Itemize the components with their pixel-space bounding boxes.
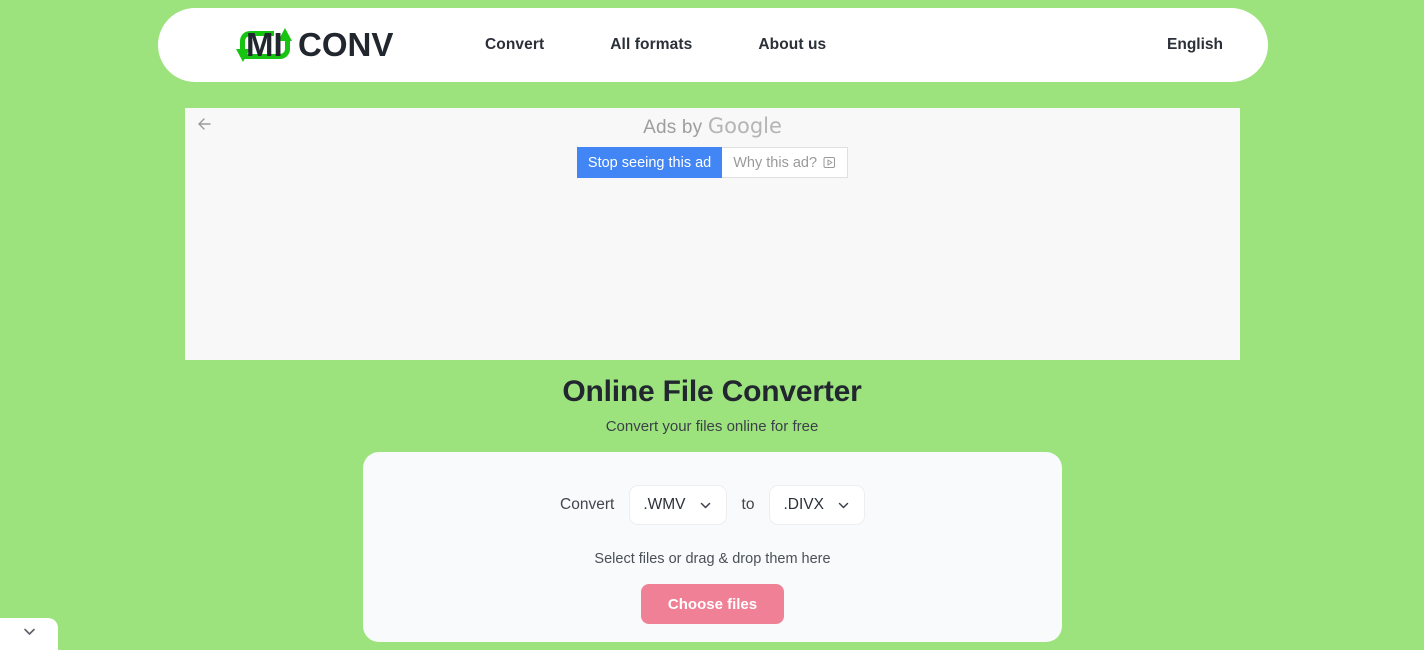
- nav-about-us[interactable]: About us: [758, 36, 826, 54]
- choose-files-wrapper: Choose files: [363, 584, 1062, 624]
- site-header: MI CONV Convert All formats About us Eng…: [158, 8, 1268, 82]
- target-format-select[interactable]: .DIVX: [769, 485, 865, 525]
- nav-convert[interactable]: Convert: [485, 36, 544, 54]
- convert-label: Convert: [560, 496, 615, 513]
- miconv-logo[interactable]: MI CONV: [220, 22, 400, 68]
- ads-by-google-label: Ads by Google: [643, 114, 782, 139]
- hero-section: Online File Converter Convert your files…: [0, 375, 1424, 435]
- collapse-panel-tab[interactable]: [0, 618, 58, 650]
- dropzone-instruction[interactable]: Select files or drag & drop them here: [363, 551, 1062, 567]
- page-subtitle: Convert your files online for free: [605, 418, 819, 435]
- nav-all-formats[interactable]: All formats: [610, 36, 692, 54]
- play-triangle-glyph: [823, 157, 836, 168]
- to-label: to: [741, 496, 755, 513]
- main-navigation: Convert All formats About us: [485, 36, 826, 54]
- why-this-ad-button[interactable]: Why this ad?: [722, 147, 849, 178]
- chevron-down-icon: [836, 498, 851, 513]
- page-title: Online File Converter: [562, 375, 862, 408]
- why-this-ad-label: Why this ad?: [733, 154, 818, 171]
- language-selector[interactable]: English: [1167, 36, 1223, 54]
- source-format-value: .WMV: [643, 496, 686, 513]
- play-triangle-icon: [823, 156, 836, 169]
- logo-text-mi: MI: [246, 26, 283, 63]
- stop-seeing-this-ad-button[interactable]: Stop seeing this ad: [576, 147, 723, 178]
- ad-action-buttons: Stop seeing this ad Why this ad?: [576, 147, 849, 178]
- chevron-down-glyph: [838, 502, 849, 508]
- chevron-down-glyph: [700, 502, 710, 508]
- ads-by-prefix: Ads by: [643, 117, 708, 138]
- source-format-select[interactable]: .WMV: [629, 485, 727, 525]
- choose-files-button[interactable]: Choose files: [640, 584, 785, 624]
- chevron-down-icon: [698, 498, 713, 513]
- chevron-down-glyph: [23, 628, 35, 635]
- target-format-value: .DIVX: [783, 496, 824, 513]
- converter-card: Convert .WMV to .DIVX Select files or dr…: [363, 452, 1062, 642]
- google-brand: Google: [707, 114, 782, 138]
- ad-attribution-block: Ads by Google Stop seeing this ad Why th…: [185, 114, 1240, 178]
- chevron-down-icon: [20, 622, 39, 646]
- logo-svg: MI CONV: [236, 26, 393, 63]
- format-selection-row: Convert .WMV to .DIVX: [363, 485, 1062, 525]
- google-ad-container: Ads by Google Stop seeing this ad Why th…: [185, 108, 1240, 360]
- logo-text-conv: CONV: [298, 26, 393, 63]
